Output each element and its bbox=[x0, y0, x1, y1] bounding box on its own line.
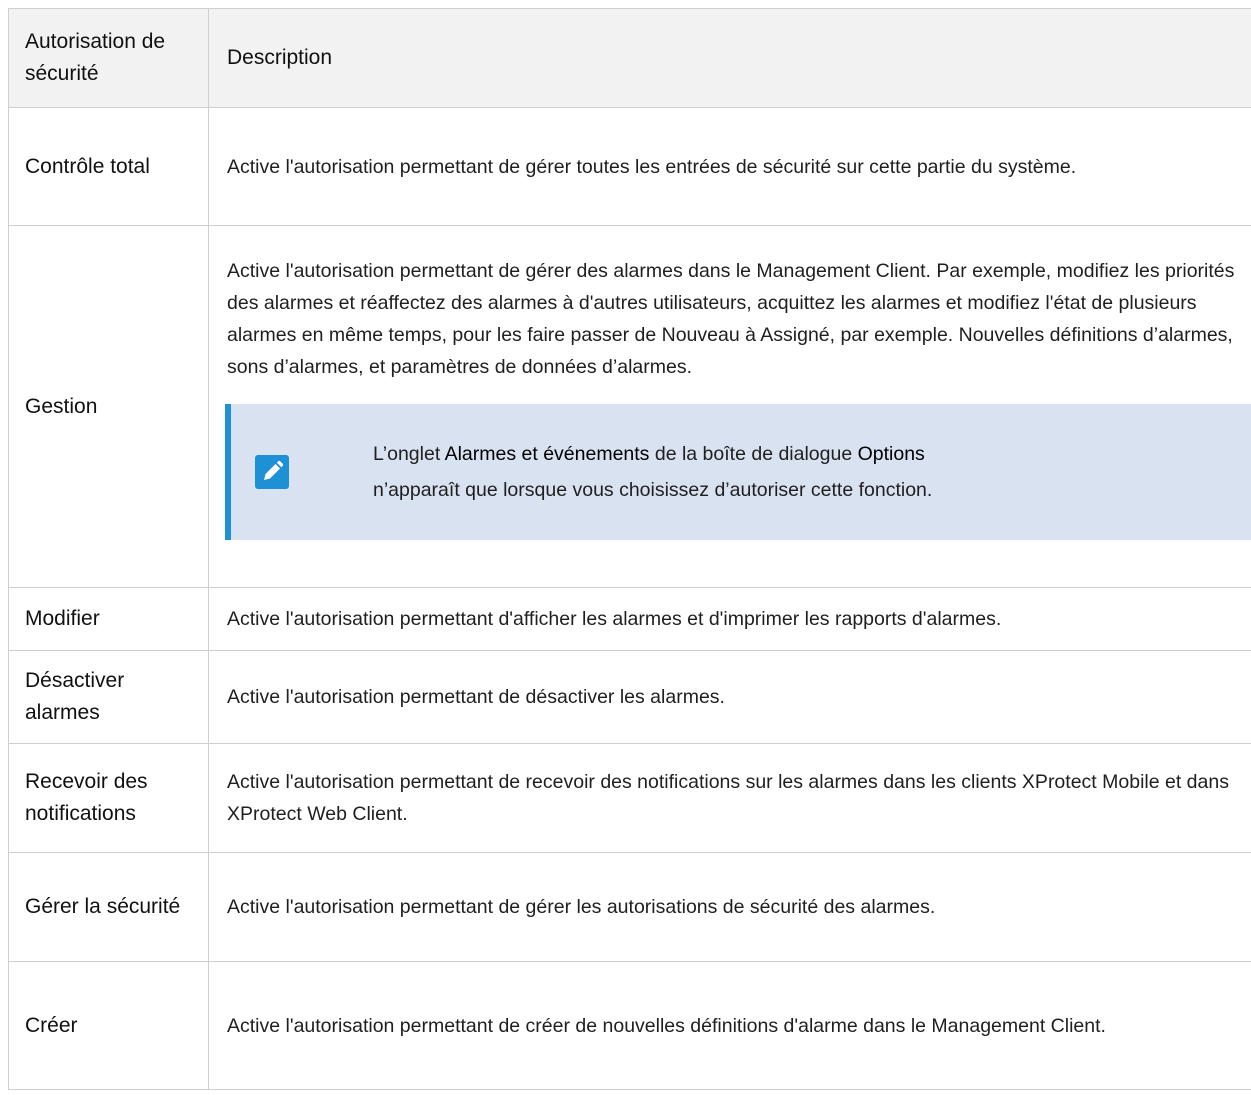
table-row: Contrôle total Active l'autorisation per… bbox=[8, 107, 1251, 226]
note-text-part: n’apparaît que lorsque vous choisissez d… bbox=[373, 479, 933, 501]
permission-name: Gestion bbox=[8, 225, 209, 588]
table-row: Modifier Active l'autorisation permettan… bbox=[8, 587, 1251, 651]
permission-description: Active l'autorisation permettant de désa… bbox=[208, 650, 1251, 744]
permission-description: Active l'autorisation permettant de gére… bbox=[208, 107, 1251, 226]
permission-name: Modifier bbox=[8, 587, 209, 651]
table-row: Gestion Active l'autorisation permettant… bbox=[8, 225, 1251, 588]
note-callout: L’onglet Alarmes et événements de la boî… bbox=[225, 404, 1251, 540]
permission-name: Gérer la sécurité bbox=[8, 852, 209, 962]
note-text-part: de la boîte de dialogue bbox=[649, 443, 858, 465]
permission-description: Active l'autorisation permettant de gére… bbox=[208, 852, 1251, 962]
permission-description: Active l'autorisation permettant de crée… bbox=[208, 961, 1251, 1090]
table-row: Désactiver alarmes Active l'autorisation… bbox=[8, 650, 1251, 744]
pencil-icon bbox=[255, 455, 289, 489]
header-row: Autorisation de sécurité Description bbox=[8, 8, 1251, 108]
header-permission: Autorisation de sécurité bbox=[8, 8, 209, 108]
permission-name: Recevoir des notifications bbox=[8, 743, 209, 853]
note-text: L’onglet Alarmes et événements de la boî… bbox=[373, 436, 932, 508]
permission-description: Active l'autorisation permettant de rece… bbox=[208, 743, 1251, 853]
permission-description: Active l'autorisation permettant de gére… bbox=[227, 260, 1235, 378]
note-tab-name: Alarmes et événements bbox=[444, 443, 650, 465]
permissions-table: Autorisation de sécurité Description Con… bbox=[8, 8, 1251, 1090]
permission-description-cell: Active l'autorisation permettant de gére… bbox=[208, 225, 1251, 588]
permission-name: Contrôle total bbox=[8, 107, 209, 226]
table-row: Créer Active l'autorisation permettant d… bbox=[8, 961, 1251, 1090]
permission-name: Créer bbox=[8, 961, 209, 1090]
note-text-part: L’onglet bbox=[373, 443, 445, 465]
note-dialog-name: Options bbox=[857, 443, 925, 465]
permission-description: Active l'autorisation permettant d'affic… bbox=[208, 587, 1251, 651]
permission-name: Désactiver alarmes bbox=[8, 650, 209, 744]
table-row: Recevoir des notifications Active l'auto… bbox=[8, 743, 1251, 853]
header-description: Description bbox=[208, 8, 1251, 108]
table-row: Gérer la sécurité Active l'autorisation … bbox=[8, 852, 1251, 962]
